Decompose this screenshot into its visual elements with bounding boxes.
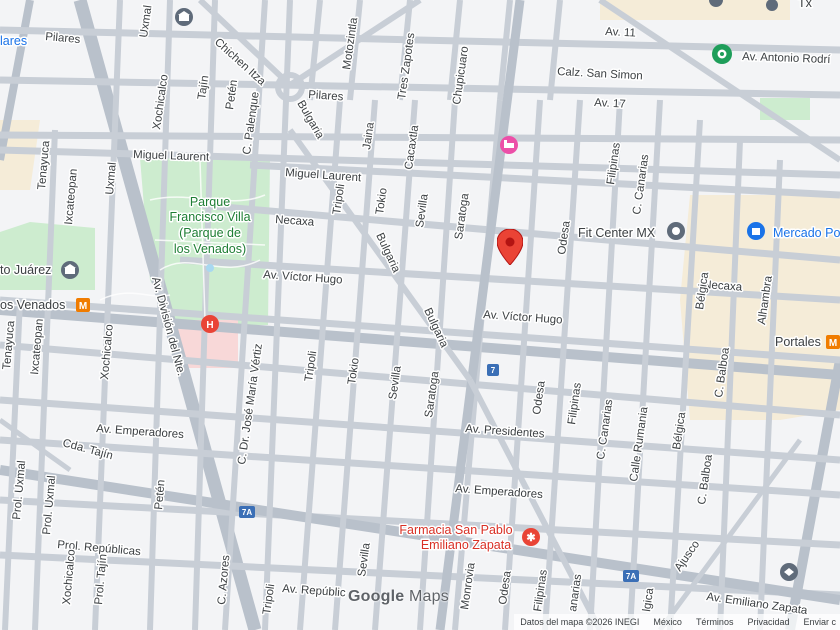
park-label: Francisco Villa bbox=[169, 210, 250, 224]
route-shield: 7A bbox=[623, 570, 639, 582]
place-label: os Venados bbox=[0, 298, 65, 312]
hotel-icon[interactable] bbox=[500, 136, 518, 154]
svg-text:M: M bbox=[829, 338, 837, 349]
metro-icon[interactable]: M bbox=[76, 298, 90, 312]
metro-icon[interactable]: M bbox=[826, 335, 840, 349]
shopping-icon[interactable] bbox=[747, 222, 765, 240]
place-label: Tx bbox=[798, 0, 813, 10]
road-label: Pilares bbox=[308, 89, 344, 103]
svg-text:7: 7 bbox=[491, 366, 496, 375]
park-label: los Venados) bbox=[174, 242, 246, 256]
landmark-icon[interactable] bbox=[61, 261, 79, 279]
place-label: Fit Center MX bbox=[578, 226, 656, 240]
road-label: Av. 17 bbox=[594, 97, 626, 111]
road-label: Av. 11 bbox=[605, 26, 636, 40]
place-label: to Juárez bbox=[0, 263, 51, 277]
place-label: Mercado Po bbox=[773, 226, 840, 240]
place-label: Portales bbox=[775, 335, 821, 349]
map-data-attribution: Datos del mapa ©2026 INEGI bbox=[520, 617, 640, 627]
gym-icon[interactable] bbox=[667, 222, 685, 240]
route-shield: 7A bbox=[239, 506, 255, 518]
place-label: lares bbox=[0, 34, 27, 48]
map-footer: Datos del mapa ©2026 INEGI México Términ… bbox=[514, 614, 840, 630]
terms-link[interactable]: Términos bbox=[696, 617, 734, 627]
place-label: Emiliano Zapata bbox=[421, 538, 511, 552]
svg-text:✱: ✱ bbox=[526, 532, 535, 544]
privacy-link[interactable]: Privacidad bbox=[747, 617, 789, 627]
museum-icon[interactable] bbox=[175, 8, 193, 26]
logo-google: Google bbox=[348, 588, 405, 605]
svg-text:M: M bbox=[79, 301, 87, 312]
place-label: Farmacia San Pablo bbox=[399, 523, 512, 537]
map-base[interactable]: Pilares Pilares Chichen Itza Motozintla … bbox=[0, 0, 840, 630]
map-canvas[interactable]: Pilares Pilares Chichen Itza Motozintla … bbox=[0, 0, 840, 630]
hospital-icon[interactable]: H bbox=[201, 315, 219, 333]
route-shield: 7 bbox=[487, 364, 499, 376]
svg-text:7A: 7A bbox=[626, 572, 636, 581]
google-maps-logo: Google Maps bbox=[348, 588, 449, 606]
feedback-link[interactable]: Enviar c bbox=[803, 617, 836, 627]
logo-maps: Maps bbox=[408, 588, 449, 605]
pharmacy-icon[interactable]: ✱ bbox=[522, 528, 540, 546]
school-icon[interactable] bbox=[780, 563, 798, 581]
region-link[interactable]: México bbox=[653, 617, 682, 627]
park-label: (Parque de bbox=[179, 226, 241, 240]
park-label: Parque bbox=[190, 195, 230, 209]
transit-station-icon[interactable] bbox=[712, 44, 732, 64]
svg-text:7A: 7A bbox=[242, 508, 252, 517]
hospital-letter: H bbox=[206, 320, 213, 331]
location-pin-icon[interactable] bbox=[497, 229, 523, 265]
